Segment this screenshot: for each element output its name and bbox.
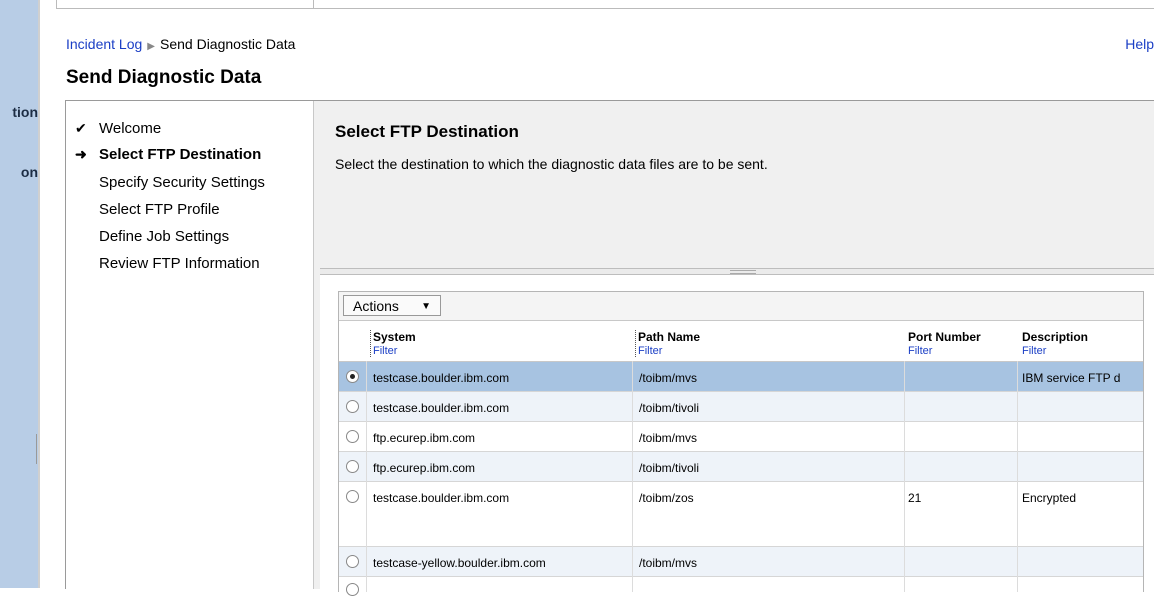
table-header: System Filter Path Name Filter Port Numb… [339,321,1143,362]
cell-path: /toibm/mvs [639,371,698,385]
content-splitter[interactable] [320,268,1154,275]
cell-path: /toibm/zos [639,491,694,505]
page-title: Send Diagnostic Data [66,67,262,88]
table-area: Actions ▼ System Filter Path Name Filter… [320,275,1154,596]
cell-description: Encrypted [1022,491,1077,505]
top-divider [312,8,1154,9]
step-review-ftp-information[interactable]: Review FTP Information [99,255,260,272]
step-label: Welcome [99,120,162,137]
nav-stub-2[interactable]: on [0,164,38,180]
step-welcome[interactable]: ✔ Welcome [75,120,162,137]
row-radio-button[interactable] [346,400,359,413]
column-divider [904,361,905,592]
table-row[interactable]: testcase.boulder.ibm.com /toibm/zos 21 E… [339,482,1143,547]
strip-divider [38,0,40,588]
wizard-steps: ✔ Welcome ➜ Select FTP Destination Speci… [66,101,312,589]
table-row[interactable]: testcase.boulder.ibm.com /toibm/tivoli [339,392,1143,422]
top-tab[interactable] [56,0,314,9]
table-row[interactable]: testcase.boulder.ibm.com /toibm/mvs IBM … [339,362,1143,392]
breadcrumb-current: Send Diagnostic Data [160,36,296,52]
cell-path: /toibm/tivoli [639,461,700,475]
table-toolbar: Actions ▼ [339,292,1143,321]
column-header-description[interactable]: Description Filter [1022,330,1088,357]
splitter-grip-icon [730,270,756,274]
step-select-ftp-profile[interactable]: Select FTP Profile [99,201,220,218]
dropdown-caret-icon: ▼ [421,301,431,312]
wizard-content: Select FTP Destination Select the destin… [320,101,1154,596]
column-label: System [373,330,416,344]
step-specify-security-settings[interactable]: Specify Security Settings [99,174,265,191]
content-title: Select FTP Destination [335,122,519,141]
content-description: Select the destination to which the diag… [335,156,768,172]
row-radio-button[interactable] [346,583,359,596]
column-header-path-name[interactable]: Path Name Filter [635,330,700,357]
column-filter-link[interactable]: Filter [908,345,981,357]
cell-system: testcase-yellow.boulder.ibm.com [373,556,546,570]
cell-system: testcase.boulder.ibm.com [373,401,510,415]
step-label: Select FTP Profile [99,201,220,218]
breadcrumb: Incident Log ▶ Send Diagnostic Data [66,36,295,52]
table-row[interactable] [339,577,1143,597]
help-link[interactable]: Help [1125,36,1154,52]
column-header-system[interactable]: System Filter [370,330,416,357]
column-header-port-number[interactable]: Port Number Filter [908,330,981,357]
cell-path: /toibm/mvs [639,431,698,445]
ftp-destination-table: Actions ▼ System Filter Path Name Filter… [338,291,1144,596]
breadcrumb-incident-log-link[interactable]: Incident Log [66,36,142,52]
step-label: Define Job Settings [99,228,230,245]
column-filter-link[interactable]: Filter [638,345,700,357]
table-row[interactable]: ftp.ecurep.ibm.com /toibm/mvs [339,422,1143,452]
cell-system: ftp.ecurep.ibm.com [373,431,476,445]
column-filter-link[interactable]: Filter [1022,345,1088,357]
step-label: Specify Security Settings [99,174,265,191]
column-label: Description [1022,330,1089,344]
cell-path: /toibm/tivoli [639,401,700,415]
breadcrumb-separator-icon: ▶ [147,41,155,52]
checkmark-icon: ✔ [75,120,87,136]
left-nav-strip: tion on [0,0,38,588]
nav-stub-1[interactable]: tion [0,104,38,120]
column-label: Port Number [908,330,981,344]
left-resize-grip[interactable] [36,434,40,464]
actions-label: Actions [353,298,399,314]
step-define-job-settings[interactable]: Define Job Settings [99,228,229,245]
cell-system: testcase.boulder.ibm.com [373,491,510,505]
column-divider [366,361,367,592]
cell-port: 21 [908,491,922,505]
step-select-ftp-destination[interactable]: ➜ Select FTP Destination [75,146,262,163]
actions-menu-button[interactable]: Actions ▼ [343,295,441,316]
column-filter-link[interactable]: Filter [373,345,416,357]
row-radio-button[interactable] [346,430,359,443]
column-divider [1017,361,1018,592]
cell-system: testcase.boulder.ibm.com [373,371,510,385]
row-radio-button[interactable] [346,370,359,383]
cell-path: /toibm/mvs [639,556,698,570]
table-row[interactable]: ftp.ecurep.ibm.com /toibm/tivoli [339,452,1143,482]
column-divider [632,361,633,592]
cell-description: IBM service FTP d [1022,371,1121,385]
table-row[interactable]: testcase-yellow.boulder.ibm.com /toibm/m… [339,547,1143,577]
row-radio-button[interactable] [346,490,359,503]
step-label: Select FTP Destination [99,146,262,163]
column-label: Path Name [638,330,701,344]
wizard: ✔ Welcome ➜ Select FTP Destination Speci… [65,100,1154,596]
row-radio-button[interactable] [346,460,359,473]
current-step-arrow-icon: ➜ [75,146,87,162]
row-radio-button[interactable] [346,555,359,568]
cell-system: ftp.ecurep.ibm.com [373,461,476,475]
step-label: Review FTP Information [99,255,260,272]
